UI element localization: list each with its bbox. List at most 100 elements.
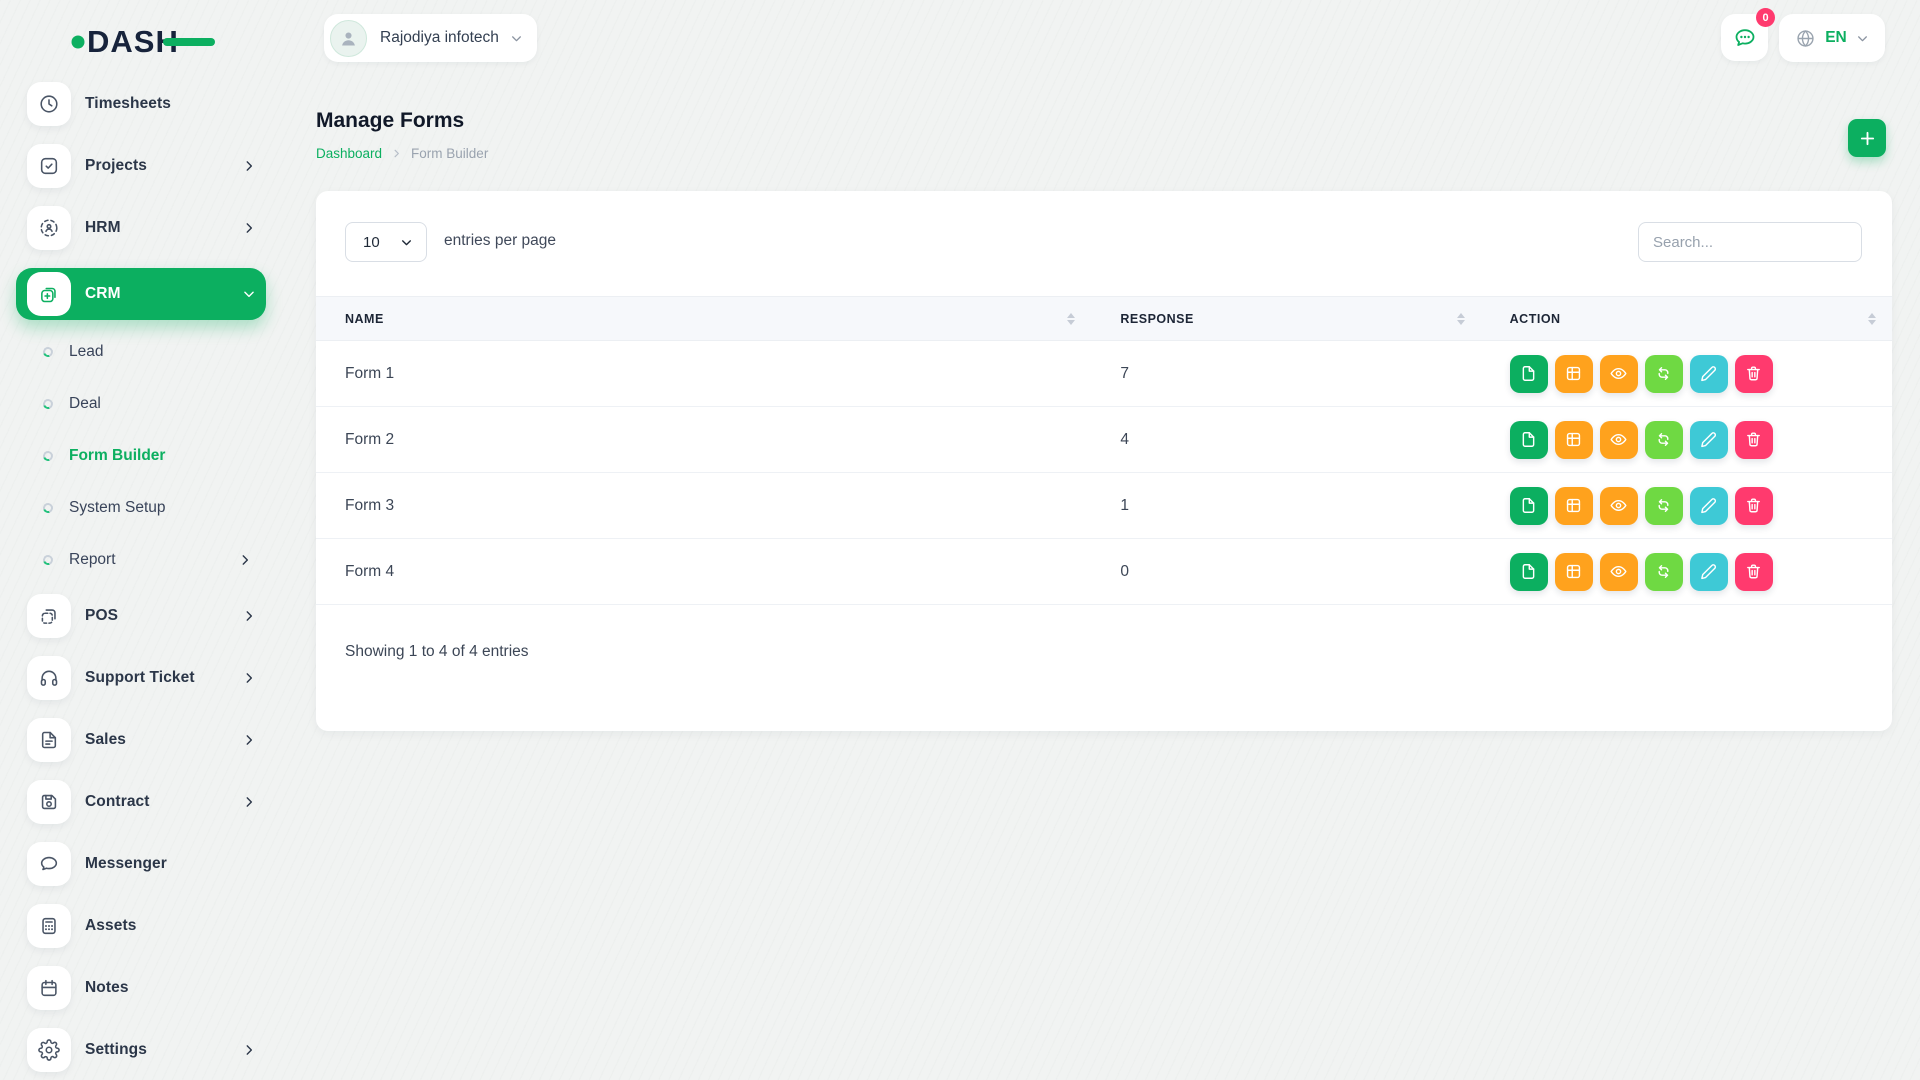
view-button[interactable] [1600, 487, 1638, 525]
shuffle-icon [1654, 496, 1673, 515]
chevron-right-icon [242, 1043, 256, 1057]
grid-button[interactable] [1555, 487, 1593, 525]
shuffle-button[interactable] [1645, 553, 1683, 591]
column-header-response[interactable]: RESPONSE [1091, 297, 1480, 341]
language-selector[interactable]: EN [1779, 14, 1885, 62]
sidebar-subitem-report[interactable]: Report [16, 540, 266, 580]
edit-button[interactable] [1690, 487, 1728, 525]
delete-button[interactable] [1735, 487, 1773, 525]
eye-icon [1609, 430, 1628, 449]
column-header-action[interactable]: ACTION [1481, 297, 1892, 341]
form-name-cell: Form 2 [316, 407, 1091, 473]
grid-icon [1564, 430, 1583, 449]
action-buttons [1510, 421, 1892, 459]
breadcrumb-current: Form Builder [411, 146, 488, 161]
sidebar-item-notes[interactable]: Notes [16, 966, 266, 1010]
form-name-cell: Form 3 [316, 473, 1091, 539]
add-form-button[interactable] [1848, 119, 1886, 157]
shuffle-icon [1654, 430, 1673, 449]
sidebar-item-label: Contract [85, 793, 150, 811]
trash-icon [1744, 562, 1763, 581]
eye-icon [1609, 496, 1628, 515]
view-button[interactable] [1600, 355, 1638, 393]
view-button[interactable] [1600, 421, 1638, 459]
chevron-right-icon [242, 221, 256, 235]
column-header-label: RESPONSE [1120, 312, 1193, 326]
table-row: Form 24 [316, 407, 1892, 473]
column-header-label: NAME [345, 312, 384, 326]
shuffle-button[interactable] [1645, 421, 1683, 459]
messenger-button[interactable]: 0 [1721, 14, 1768, 61]
delete-button[interactable] [1735, 355, 1773, 393]
grid-button[interactable] [1555, 355, 1593, 393]
sidebar-subitem-label: Deal [69, 395, 101, 413]
bullet-icon [41, 449, 54, 462]
file-button[interactable] [1510, 487, 1548, 525]
file-button[interactable] [1510, 553, 1548, 591]
shuffle-icon [1654, 562, 1673, 581]
sidebar-item-pos[interactable]: POS [16, 594, 266, 638]
shuffle-button[interactable] [1645, 355, 1683, 393]
breadcrumb-dashboard-link[interactable]: Dashboard [316, 146, 382, 161]
file-button[interactable] [1510, 355, 1548, 393]
sidebar-subitem-deal[interactable]: Deal [16, 384, 266, 424]
edit-button[interactable] [1690, 553, 1728, 591]
language-code: EN [1825, 29, 1847, 47]
sidebar-item-contract[interactable]: Contract [16, 780, 266, 824]
sidebar-item-sales[interactable]: Sales [16, 718, 266, 762]
grid-button[interactable] [1555, 421, 1593, 459]
sidebar-subitem-label: Report [69, 551, 116, 569]
trash-icon [1744, 430, 1763, 449]
shuffle-button[interactable] [1645, 487, 1683, 525]
file-button[interactable] [1510, 421, 1548, 459]
file-text-icon [27, 718, 71, 762]
sidebar-subitem-form-builder[interactable]: Form Builder [16, 436, 266, 476]
brand-logo[interactable]: DASH [70, 20, 222, 62]
bullet-icon [41, 553, 54, 566]
sidebar-subitem-system-setup[interactable]: System Setup [16, 488, 266, 528]
chevron-right-icon [242, 733, 256, 747]
save-icon [27, 780, 71, 824]
action-cell [1481, 341, 1892, 407]
sidebar-item-label: Notes [85, 979, 129, 997]
view-button[interactable] [1600, 553, 1638, 591]
search-input[interactable] [1638, 222, 1862, 262]
eye-icon [1609, 562, 1628, 581]
bullet-icon [41, 397, 54, 410]
sidebar-item-timesheets[interactable]: Timesheets [16, 82, 266, 126]
action-cell [1481, 539, 1892, 605]
sidebar-item-projects[interactable]: Projects [16, 144, 266, 188]
pencil-icon [1699, 364, 1718, 383]
sidebar-item-crm[interactable]: CRM [16, 268, 266, 320]
form-name-cell: Form 4 [316, 539, 1091, 605]
delete-button[interactable] [1735, 421, 1773, 459]
edit-button[interactable] [1690, 421, 1728, 459]
entries-per-page-select[interactable]: 10 [345, 222, 427, 262]
sidebar-item-label: CRM [85, 285, 121, 303]
grid-icon [1564, 562, 1583, 581]
sidebar-item-assets[interactable]: Assets [16, 904, 266, 948]
sidebar-item-messenger[interactable]: Messenger [16, 842, 266, 886]
entries-per-page-label: entries per page [444, 232, 556, 250]
sidebar-item-support-ticket[interactable]: Support Ticket [16, 656, 266, 700]
action-buttons [1510, 355, 1892, 393]
edit-button[interactable] [1690, 355, 1728, 393]
sidebar-item-label: Support Ticket [85, 669, 195, 687]
response-count-cell: 0 [1091, 539, 1480, 605]
sidebar-item-hrm[interactable]: HRM [16, 206, 266, 250]
chevron-right-icon [242, 159, 256, 173]
action-buttons [1510, 487, 1892, 525]
sidebar-item-label: Projects [85, 157, 147, 175]
workspace-switcher[interactable]: Rajodiya infotech [324, 14, 537, 62]
trash-icon [1744, 496, 1763, 515]
column-header-name[interactable]: NAME [316, 297, 1091, 341]
grid-button[interactable] [1555, 553, 1593, 591]
table-footer-summary: Showing 1 to 4 of 4 entries [345, 643, 529, 661]
chat-bubble-icon [1733, 26, 1757, 50]
sidebar-item-settings[interactable]: Settings [16, 1028, 266, 1072]
sidebar-subitem-lead[interactable]: Lead [16, 332, 266, 372]
file-icon [1519, 496, 1538, 515]
file-icon [1519, 430, 1538, 449]
sort-icon [1868, 313, 1876, 325]
delete-button[interactable] [1735, 553, 1773, 591]
